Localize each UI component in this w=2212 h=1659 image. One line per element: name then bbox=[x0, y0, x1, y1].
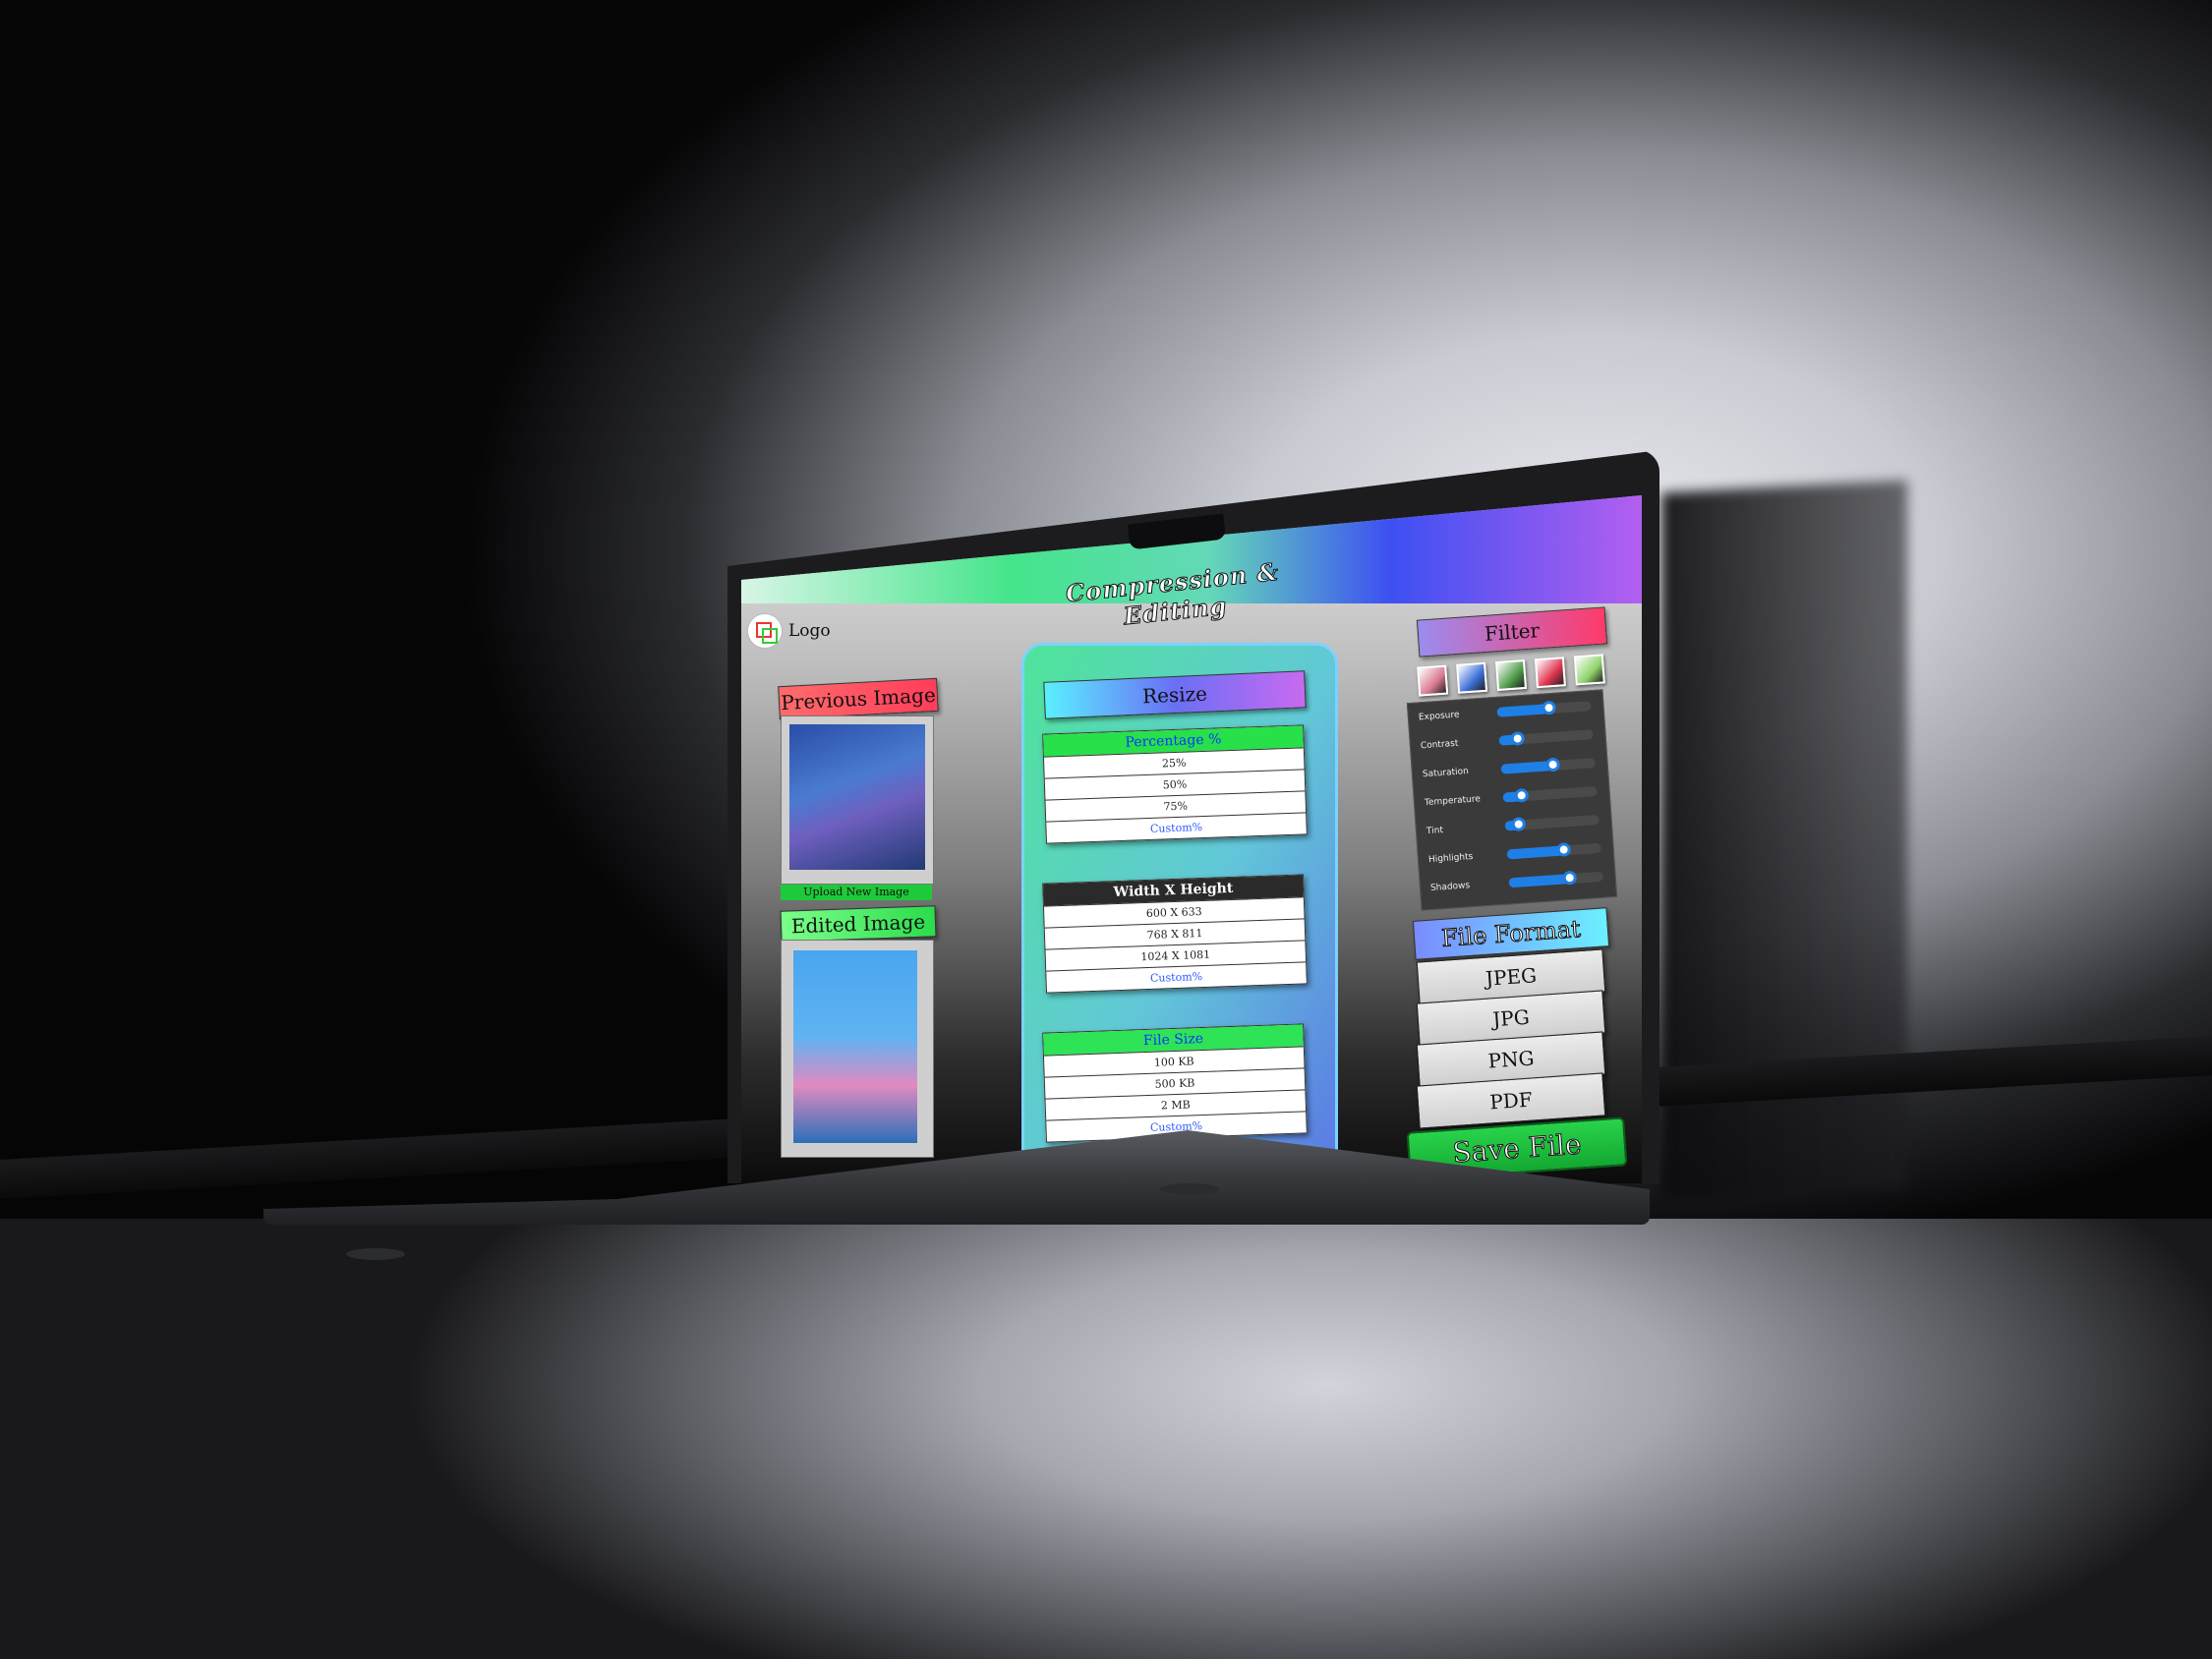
upload-new-image-button[interactable]: Upload New Image bbox=[781, 885, 932, 900]
adjustment-label: Contrast bbox=[1420, 738, 1459, 751]
slider-knob[interactable] bbox=[1541, 700, 1556, 715]
filter-title: Filter bbox=[1416, 606, 1608, 658]
slider-knob[interactable] bbox=[1544, 757, 1560, 772]
logo-icon bbox=[747, 613, 783, 649]
slider-knob[interactable] bbox=[1562, 870, 1578, 886]
adjustment-label: Temperature bbox=[1424, 793, 1482, 808]
slider-knob[interactable] bbox=[1511, 816, 1527, 831]
filter-thumbnail[interactable] bbox=[1573, 654, 1605, 686]
adjustment-slider[interactable] bbox=[1502, 785, 1598, 803]
adjustment-slider[interactable] bbox=[1508, 870, 1603, 887]
percentage-table: Percentage % 25% 50% 75% Custom% bbox=[1042, 724, 1308, 844]
ledge-face bbox=[0, 1219, 2212, 1659]
edited-image-label: Edited Image bbox=[780, 905, 937, 943]
slider-fill bbox=[1508, 873, 1571, 887]
adjustment-label: Saturation bbox=[1422, 766, 1470, 779]
adjustment-label: Exposure bbox=[1418, 710, 1460, 722]
filter-thumbnail[interactable] bbox=[1456, 661, 1488, 694]
previous-image-frame bbox=[781, 715, 934, 885]
previous-image bbox=[789, 724, 925, 870]
filter-thumbnail[interactable] bbox=[1494, 658, 1528, 692]
previous-image-label: Previous Image bbox=[778, 677, 939, 720]
logo[interactable]: Logo bbox=[747, 613, 831, 649]
filter-thumbnail[interactable] bbox=[1534, 657, 1566, 689]
filter-thumbnail[interactable] bbox=[1417, 664, 1449, 697]
adjustment-slider[interactable] bbox=[1504, 814, 1600, 831]
slider-knob[interactable] bbox=[1510, 730, 1526, 746]
slider-knob[interactable] bbox=[1555, 841, 1571, 857]
adjustment-slider[interactable] bbox=[1496, 700, 1592, 717]
laptop-foot bbox=[346, 1248, 405, 1260]
adjustment-slider[interactable] bbox=[1500, 757, 1596, 774]
slider-fill bbox=[1506, 844, 1564, 859]
laptop-foot bbox=[1160, 1183, 1219, 1195]
slider-knob[interactable] bbox=[1514, 787, 1530, 803]
edited-image bbox=[793, 950, 917, 1143]
edited-image-frame bbox=[781, 940, 934, 1158]
adjustment-slider[interactable] bbox=[1506, 841, 1601, 859]
adjustments-panel: Exposure Contrast Saturation Temperature Tin… bbox=[1406, 689, 1618, 911]
app-screen: Compression & Editing Logo Previous Imag… bbox=[741, 495, 1642, 1183]
adjustment-label: Tint bbox=[1426, 825, 1444, 836]
logo-text: Logo bbox=[788, 621, 831, 641]
dimensions-table: Width X Height 600 X 633 768 X 811 1024 … bbox=[1042, 874, 1308, 994]
adjustment-slider[interactable] bbox=[1498, 728, 1594, 746]
file-size-table: File Size 100 KB 500 KB 2 MB Custom% bbox=[1042, 1023, 1308, 1143]
adjustment-label: Shadows bbox=[1429, 880, 1471, 893]
adjustment-label: Highlights bbox=[1427, 851, 1474, 865]
